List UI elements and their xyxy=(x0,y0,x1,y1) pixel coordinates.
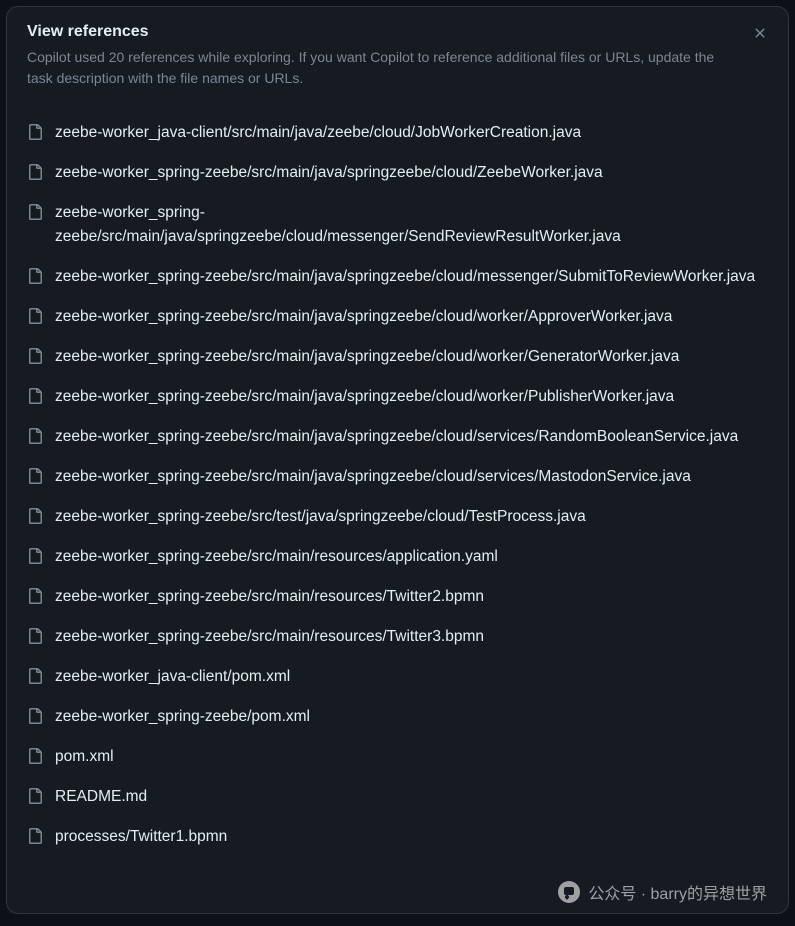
dialog-header: View references Copilot used 20 referenc… xyxy=(7,7,788,101)
dialog-subtitle: Copilot used 20 references while explori… xyxy=(27,47,768,89)
file-item[interactable]: zeebe-worker_spring-zeebe/src/main/java/… xyxy=(27,337,768,377)
file-list[interactable]: zeebe-worker_java-client/src/main/java/z… xyxy=(7,101,788,913)
close-icon xyxy=(752,25,768,46)
file-path: zeebe-worker_spring-zeebe/src/main/java/… xyxy=(55,305,672,329)
close-button[interactable] xyxy=(748,23,772,47)
file-path: zeebe-worker_spring-zeebe/src/main/resou… xyxy=(55,625,484,649)
file-item[interactable]: zeebe-worker_spring-zeebe/src/main/resou… xyxy=(27,537,768,577)
file-item[interactable]: zeebe-worker_spring-zeebe/src/main/java/… xyxy=(27,153,768,193)
file-path: README.md xyxy=(55,785,147,809)
file-item[interactable]: zeebe-worker_spring-zeebe/src/main/java/… xyxy=(27,417,768,457)
file-icon xyxy=(27,668,43,684)
file-item[interactable]: zeebe-worker_spring-zeebe/src/main/java/… xyxy=(27,257,768,297)
file-icon xyxy=(27,308,43,324)
file-icon xyxy=(27,204,43,220)
file-path: zeebe-worker_spring-zeebe/src/main/java/… xyxy=(55,201,768,249)
file-icon xyxy=(27,548,43,564)
file-item[interactable]: zeebe-worker_spring-zeebe/pom.xml xyxy=(27,697,768,737)
file-icon xyxy=(27,748,43,764)
file-icon xyxy=(27,268,43,284)
file-item[interactable]: README.md xyxy=(27,777,768,817)
file-icon xyxy=(27,788,43,804)
file-path: zeebe-worker_spring-zeebe/src/main/java/… xyxy=(55,161,603,185)
file-path: zeebe-worker_spring-zeebe/src/main/resou… xyxy=(55,585,484,609)
file-icon xyxy=(27,828,43,844)
file-icon xyxy=(27,628,43,644)
file-icon xyxy=(27,508,43,524)
file-item[interactable]: zeebe-worker_java-client/src/main/java/z… xyxy=(27,113,768,153)
file-path: zeebe-worker_spring-zeebe/src/main/java/… xyxy=(55,265,755,289)
file-icon xyxy=(27,164,43,180)
file-item[interactable]: zeebe-worker_spring-zeebe/src/test/java/… xyxy=(27,497,768,537)
file-path: zeebe-worker_java-client/pom.xml xyxy=(55,665,290,689)
file-path: zeebe-worker_java-client/src/main/java/z… xyxy=(55,121,581,145)
file-path: zeebe-worker_spring-zeebe/src/main/java/… xyxy=(55,385,674,409)
file-icon xyxy=(27,588,43,604)
file-path: zeebe-worker_spring-zeebe/src/main/resou… xyxy=(55,545,498,569)
file-item[interactable]: zeebe-worker_spring-zeebe/src/main/resou… xyxy=(27,577,768,617)
file-item[interactable]: zeebe-worker_spring-zeebe/src/main/java/… xyxy=(27,377,768,417)
file-path: zeebe-worker_spring-zeebe/src/main/java/… xyxy=(55,465,691,489)
file-item[interactable]: pom.xml xyxy=(27,737,768,777)
file-item[interactable]: zeebe-worker_spring-zeebe/src/main/resou… xyxy=(27,617,768,657)
file-path: zeebe-worker_spring-zeebe/src/test/java/… xyxy=(55,505,586,529)
file-item[interactable]: zeebe-worker_spring-zeebe/src/main/java/… xyxy=(27,297,768,337)
file-item[interactable]: zeebe-worker_spring-zeebe/src/main/java/… xyxy=(27,193,768,257)
file-item[interactable]: zeebe-worker_spring-zeebe/src/main/java/… xyxy=(27,457,768,497)
file-icon xyxy=(27,708,43,724)
file-icon xyxy=(27,428,43,444)
file-icon xyxy=(27,388,43,404)
file-icon xyxy=(27,124,43,140)
file-item[interactable]: processes/Twitter1.bpmn xyxy=(27,817,768,857)
file-item[interactable]: zeebe-worker_java-client/pom.xml xyxy=(27,657,768,697)
file-icon xyxy=(27,468,43,484)
file-path: processes/Twitter1.bpmn xyxy=(55,825,227,849)
references-dialog: View references Copilot used 20 referenc… xyxy=(6,6,789,914)
file-icon xyxy=(27,348,43,364)
file-path: zeebe-worker_spring-zeebe/pom.xml xyxy=(55,705,310,729)
file-path: zeebe-worker_spring-zeebe/src/main/java/… xyxy=(55,345,679,369)
file-path: zeebe-worker_spring-zeebe/src/main/java/… xyxy=(55,425,738,449)
file-path: pom.xml xyxy=(55,745,114,769)
dialog-title: View references xyxy=(27,23,768,41)
